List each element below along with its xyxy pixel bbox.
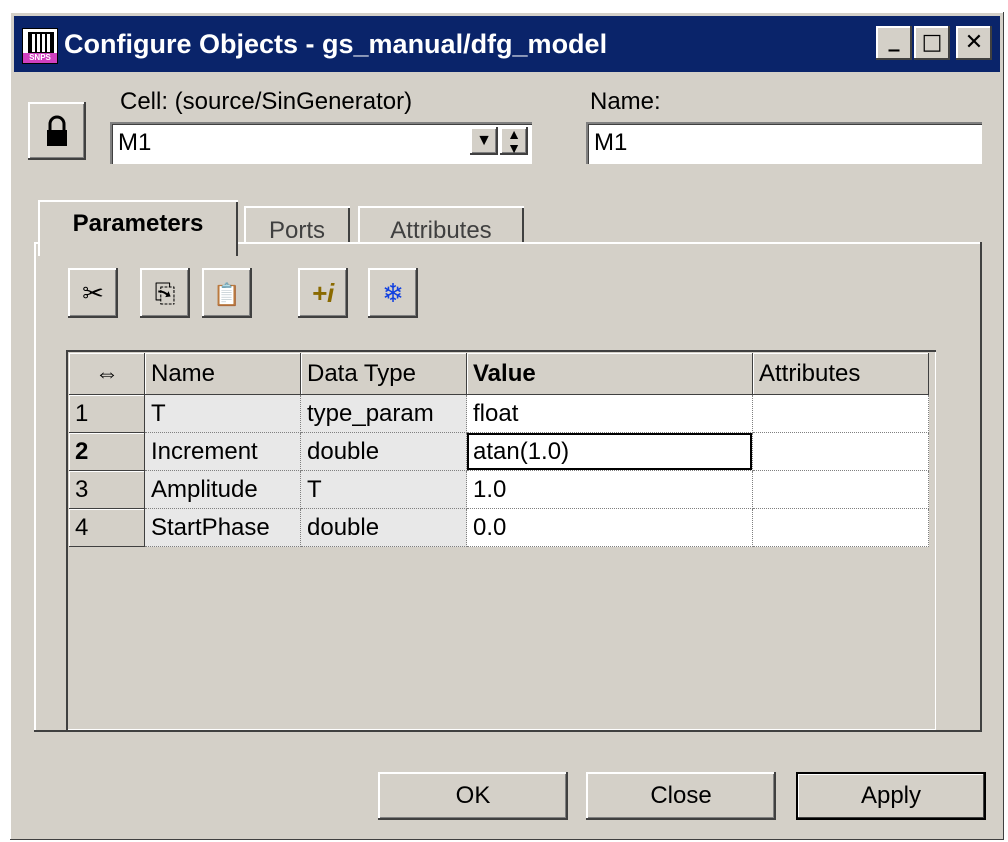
row-number[interactable]: 3 (69, 471, 145, 509)
ok-button[interactable]: OK (378, 772, 568, 820)
parameters-table: ⇔ Name Data Type Value Attributes 1 T ty… (66, 350, 936, 730)
table-cell-name[interactable]: Increment (145, 433, 301, 471)
table-cell-value[interactable]: 1.0 (467, 471, 753, 509)
table-cell-attributes[interactable] (753, 471, 929, 509)
table-cell-name[interactable]: StartPhase (145, 509, 301, 547)
copy-button[interactable]: ⎘ (140, 268, 190, 318)
chevron-down-icon[interactable]: ▼ (470, 127, 498, 155)
table-cell-value-editing[interactable]: atan(1.0) (467, 433, 753, 471)
row-number[interactable]: 4 (69, 509, 145, 547)
table-cell-attributes[interactable] (753, 395, 929, 433)
cut-button[interactable]: ✂ (68, 268, 118, 318)
info-button[interactable]: +i (298, 268, 348, 318)
tab-parameters[interactable]: Parameters (38, 200, 238, 256)
app-icon: SNPS (22, 28, 58, 64)
row-number[interactable]: 2 (69, 433, 145, 471)
maximize-button[interactable]: □ (914, 26, 950, 60)
table-cell-attributes[interactable] (753, 509, 929, 547)
minimize-button[interactable]: _ (876, 26, 912, 60)
title-bar[interactable]: SNPS Configure Objects - gs_manual/dfg_m… (14, 16, 1000, 72)
paste-icon: 📋 (213, 282, 241, 307)
table-cell-value[interactable]: 0.0 (467, 509, 753, 547)
table-cell-type[interactable]: double (301, 509, 467, 547)
spin-arrows-icon[interactable]: ▲ ▼ (500, 127, 528, 155)
name-input-value: M1 (594, 129, 628, 156)
info-icon: +i (311, 278, 335, 308)
column-resize-header[interactable]: ⇔ (69, 353, 145, 395)
column-header-data-type[interactable]: Data Type (301, 353, 467, 395)
table-cell-value[interactable]: float (467, 395, 753, 433)
name-input[interactable]: M1 (586, 122, 982, 164)
row-number[interactable]: 1 (69, 395, 145, 433)
window-title: Configure Objects - gs_manual/dfg_model (64, 29, 608, 59)
table-cell-name[interactable]: T (145, 395, 301, 433)
name-label: Name: (590, 88, 661, 115)
table-cell-attributes[interactable] (753, 433, 929, 471)
freeze-button[interactable]: ❄ (368, 268, 418, 318)
table-cell-type[interactable]: T (301, 471, 467, 509)
cell-select[interactable]: M1 (110, 122, 532, 164)
lock-button[interactable] (28, 102, 86, 160)
paste-button[interactable]: 📋 (202, 268, 252, 318)
cut-icon: ✂ (82, 278, 104, 308)
cell-label: Cell: (source/SinGenerator) (120, 88, 413, 115)
snowflake-icon: ❄ (382, 278, 404, 308)
copy-icon: ⎘ (154, 278, 176, 308)
table-cell-type[interactable]: double (301, 433, 467, 471)
column-header-value[interactable]: Value (467, 353, 753, 395)
close-window-button[interactable]: ✕ (956, 26, 992, 60)
column-header-name[interactable]: Name (145, 353, 301, 395)
cell-select-value: M1 (118, 129, 152, 156)
table-cell-name[interactable]: Amplitude (145, 471, 301, 509)
lock-icon (47, 115, 67, 146)
table-cell-type[interactable]: type_param (301, 395, 467, 433)
column-header-attributes[interactable]: Attributes (753, 353, 929, 395)
apply-button[interactable]: Apply (796, 772, 986, 820)
close-button[interactable]: Close (586, 772, 776, 820)
resize-icon: ⇔ (95, 360, 119, 387)
